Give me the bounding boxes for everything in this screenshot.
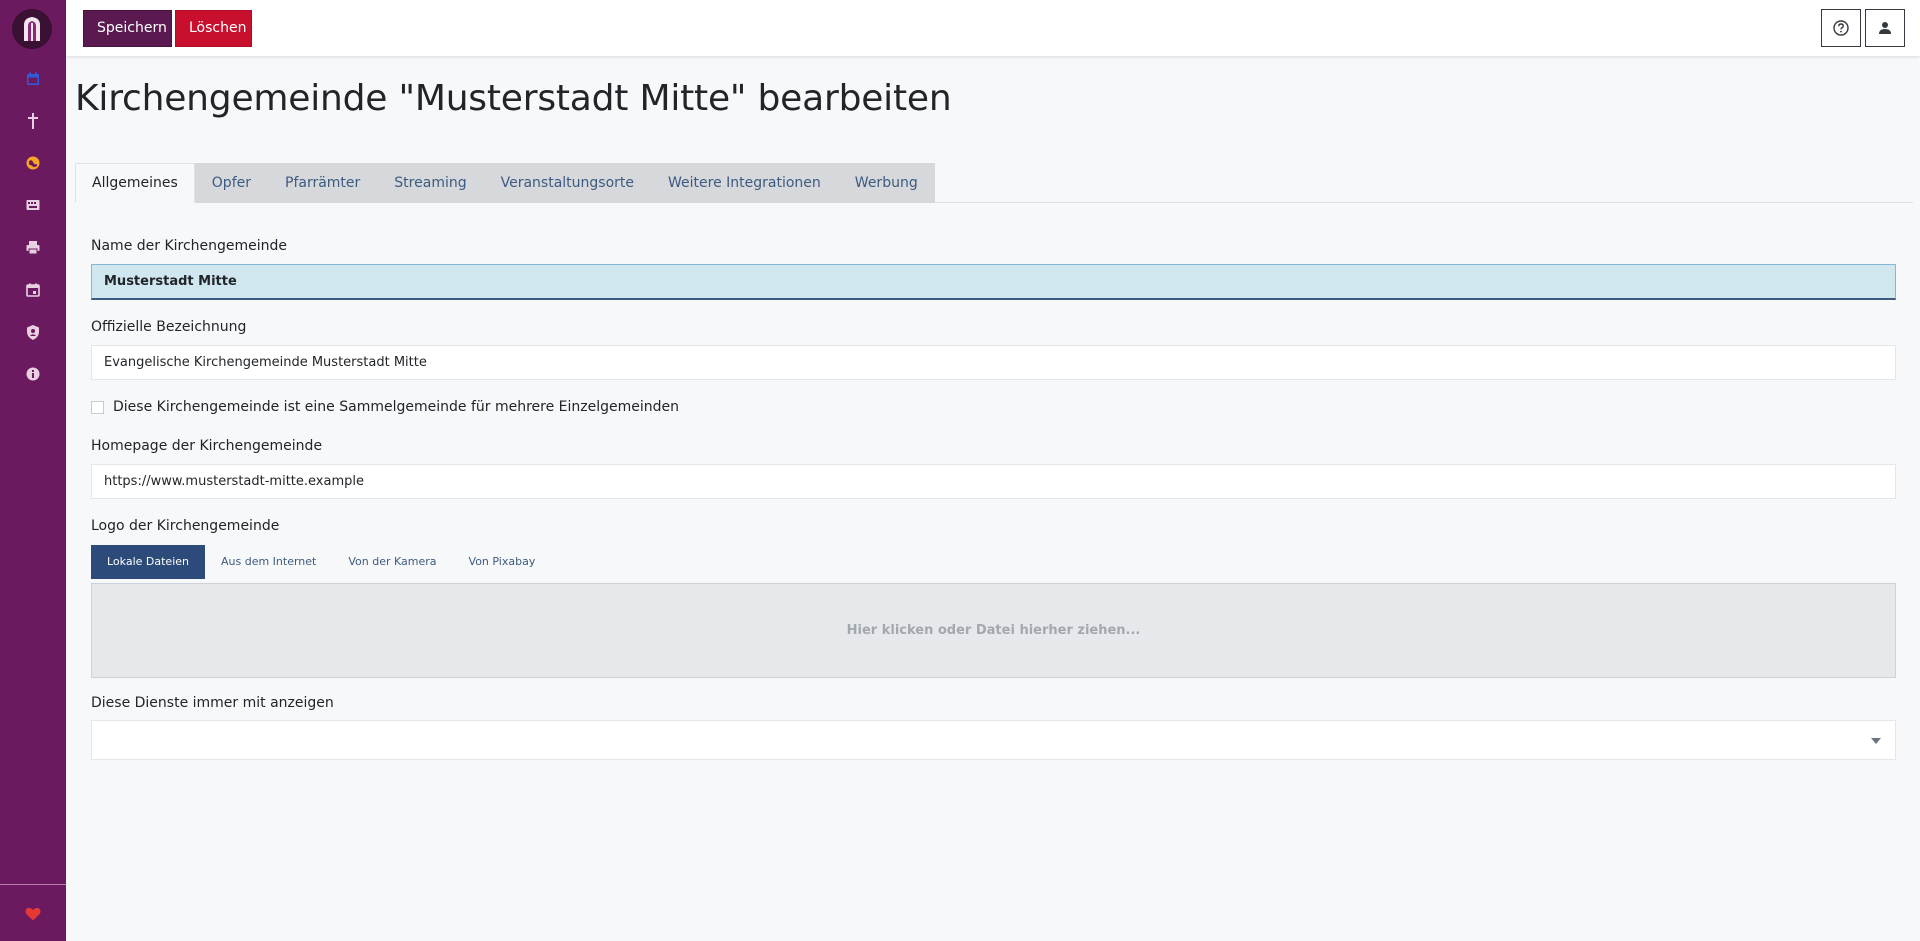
sidebar-divider bbox=[0, 884, 66, 885]
logo-label: Logo der Kirchengemeinde bbox=[91, 518, 280, 534]
page-title: Kirchengemeinde "Musterstadt Mitte" bear… bbox=[75, 78, 952, 119]
dropzone-text: Hier klicken oder Datei hierher ziehen..… bbox=[846, 623, 1141, 638]
tab-pfarraemter[interactable]: Pfarrämter bbox=[268, 163, 377, 203]
calendar-event-icon[interactable] bbox=[22, 279, 44, 301]
info-icon[interactable] bbox=[22, 363, 44, 385]
keyboard-icon[interactable] bbox=[22, 194, 44, 216]
services-select[interactable] bbox=[91, 720, 1896, 760]
tab-opfer[interactable]: Opfer bbox=[195, 163, 268, 203]
calendar-icon[interactable] bbox=[22, 68, 44, 90]
collective-parish-option[interactable]: Diese Kirchengemeinde ist eine Sammelgem… bbox=[91, 399, 679, 415]
services-label: Diese Dienste immer mit anzeigen bbox=[91, 695, 334, 711]
tab-weitere-integrationen[interactable]: Weitere Integrationen bbox=[651, 163, 838, 203]
logo-tab-internet[interactable]: Aus dem Internet bbox=[205, 545, 332, 579]
logo-dropzone[interactable]: Hier klicken oder Datei hierher ziehen..… bbox=[91, 583, 1896, 678]
tab-veranstaltungsorte[interactable]: Veranstaltungsorte bbox=[484, 163, 651, 203]
help-button[interactable] bbox=[1821, 9, 1861, 47]
heart-icon[interactable] bbox=[22, 903, 44, 925]
printer-icon[interactable] bbox=[22, 236, 44, 258]
logo-tab-local-files[interactable]: Lokale Dateien bbox=[91, 545, 205, 579]
globe-icon[interactable] bbox=[22, 152, 44, 174]
homepage-input[interactable]: https://www.musterstadt-mitte.example bbox=[91, 464, 1896, 499]
delete-button[interactable]: Löschen bbox=[175, 10, 252, 47]
save-button[interactable]: Speichern bbox=[83, 10, 172, 47]
official-name-input[interactable]: Evangelische Kirchengemeinde Musterstadt… bbox=[91, 345, 1896, 380]
collective-parish-checkbox[interactable] bbox=[91, 400, 104, 414]
homepage-label: Homepage der Kirchengemeinde bbox=[91, 438, 323, 454]
name-label: Name der Kirchengemeinde bbox=[91, 238, 288, 254]
official-name-label: Offizielle Bezeichnung bbox=[91, 319, 247, 335]
cross-icon[interactable] bbox=[22, 110, 44, 132]
tab-streaming[interactable]: Streaming bbox=[377, 163, 483, 203]
logo-tab-pixabay[interactable]: Von Pixabay bbox=[453, 545, 552, 579]
user-button[interactable] bbox=[1865, 9, 1905, 47]
collective-parish-label: Diese Kirchengemeinde ist eine Sammelgem… bbox=[113, 399, 680, 415]
app-logo[interactable] bbox=[12, 9, 52, 49]
top-toolbar: Speichern Löschen bbox=[66, 0, 1920, 56]
tab-werbung[interactable]: Werbung bbox=[838, 163, 935, 203]
tab-allgemeines[interactable]: Allgemeines bbox=[75, 163, 195, 203]
sidebar bbox=[0, 0, 66, 941]
name-input[interactable]: Musterstadt Mitte bbox=[91, 264, 1896, 300]
logo-tab-camera[interactable]: Von der Kamera bbox=[332, 545, 452, 579]
tab-bar: Allgemeines Opfer Pfarrämter Streaming V… bbox=[75, 163, 935, 203]
chevron-down-icon bbox=[1871, 738, 1881, 744]
user-shield-icon[interactable] bbox=[22, 321, 44, 343]
user-icon bbox=[1879, 22, 1891, 34]
help-icon bbox=[1833, 20, 1849, 36]
logo-source-tabs: Lokale Dateien Aus dem Internet Von der … bbox=[91, 545, 551, 579]
